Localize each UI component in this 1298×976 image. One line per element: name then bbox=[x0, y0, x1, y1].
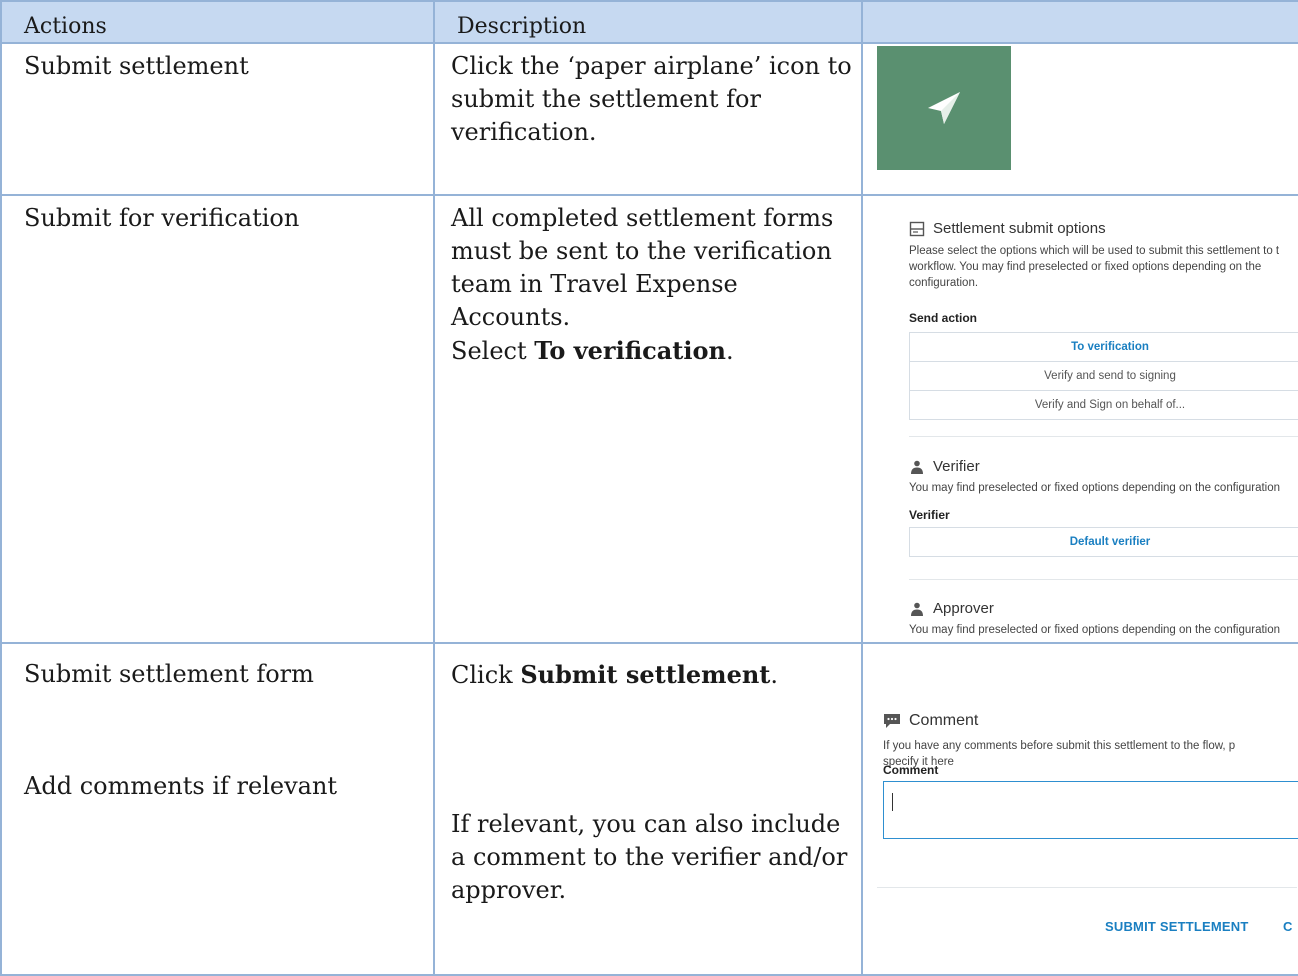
action-cell: Submit settlement form Add comments if r… bbox=[0, 642, 435, 976]
submit-settlement-button[interactable]: SUBMIT SETTLEMENT bbox=[1105, 919, 1249, 934]
table-row: Submit settlement Click the ‘paper airpl… bbox=[0, 42, 1298, 196]
verifier-desc: You may find preselected or fixed option… bbox=[909, 482, 1281, 494]
submit-airplane-button[interactable] bbox=[877, 46, 1011, 170]
comment-input[interactable] bbox=[883, 781, 1297, 839]
divider bbox=[909, 579, 1297, 580]
header-image bbox=[861, 0, 1298, 44]
form-icon bbox=[909, 221, 925, 237]
table-row: Submit settlement form Add comments if r… bbox=[0, 642, 1298, 976]
action-cell: Submit settlement bbox=[0, 42, 435, 196]
text-cursor bbox=[892, 793, 893, 811]
divider bbox=[877, 887, 1297, 888]
instructions-table: Actions Description Submit settlement Cl… bbox=[0, 0, 1298, 976]
action-cell: Submit for verification bbox=[0, 194, 435, 644]
approver-desc: You may find preselected or fixed option… bbox=[909, 624, 1281, 636]
action-text: Submit for verification bbox=[24, 204, 300, 232]
chat-bubble-icon bbox=[883, 713, 901, 729]
person-icon bbox=[909, 459, 925, 475]
comment-title: Comment bbox=[883, 712, 978, 730]
cut-off-button[interactable]: C bbox=[1283, 919, 1293, 934]
submit-options-screenshot: Settlement submit options Please select … bbox=[861, 194, 1298, 644]
divider bbox=[909, 436, 1297, 437]
description-cell: All completed settlement forms must be s… bbox=[433, 194, 863, 644]
option-verify-send-signing[interactable]: Verify and send to signing bbox=[910, 362, 1297, 391]
comment-panel: Comment If you have any comments before … bbox=[864, 645, 1297, 973]
description-text: All completed settlement forms must be s… bbox=[451, 204, 834, 365]
description-cell: Click the ‘paper airplane’ icon to submi… bbox=[433, 42, 863, 196]
description-text-2: If relevant, you can also include a comm… bbox=[451, 810, 848, 904]
action-text: Submit settlement bbox=[24, 52, 249, 80]
verifier-label: Verifier bbox=[909, 508, 950, 522]
option-verify-sign-behalf[interactable]: Verify and Sign on behalf of... bbox=[910, 391, 1297, 419]
image-cell bbox=[861, 42, 1298, 196]
comment-screenshot: Comment If you have any comments before … bbox=[861, 642, 1298, 976]
header-row: Actions Description bbox=[0, 0, 1298, 44]
comment-label: Comment bbox=[883, 763, 939, 777]
send-action-options: To verification Verify and send to signi… bbox=[909, 332, 1297, 420]
table-row: Submit for verification All completed se… bbox=[0, 194, 1298, 644]
action-text: Submit settlement form bbox=[24, 660, 314, 688]
option-default-verifier[interactable]: Default verifier bbox=[910, 528, 1297, 556]
description-cell: Click Submit settlement. If relevant, yo… bbox=[433, 642, 863, 976]
header-actions: Actions bbox=[0, 0, 435, 44]
option-to-verification[interactable]: To verification bbox=[910, 333, 1297, 362]
header-description: Description bbox=[433, 0, 863, 44]
verifier-options: Default verifier bbox=[909, 527, 1297, 557]
approver-title: Approver bbox=[909, 600, 994, 617]
paper-airplane-icon bbox=[928, 92, 960, 124]
description-text: Click the ‘paper airplane’ icon to submi… bbox=[451, 52, 852, 146]
submit-options-title: Settlement submit options bbox=[909, 220, 1106, 237]
submit-options-desc: Please select the options which will be … bbox=[909, 245, 1280, 289]
submit-options-panel: Settlement submit options Please select … bbox=[864, 197, 1297, 641]
verifier-title: Verifier bbox=[909, 458, 980, 475]
person-icon bbox=[909, 601, 925, 617]
send-action-label: Send action bbox=[909, 311, 978, 325]
action-text-2: Add comments if relevant bbox=[24, 772, 338, 800]
description-text: Click Submit settlement. bbox=[451, 660, 779, 689]
